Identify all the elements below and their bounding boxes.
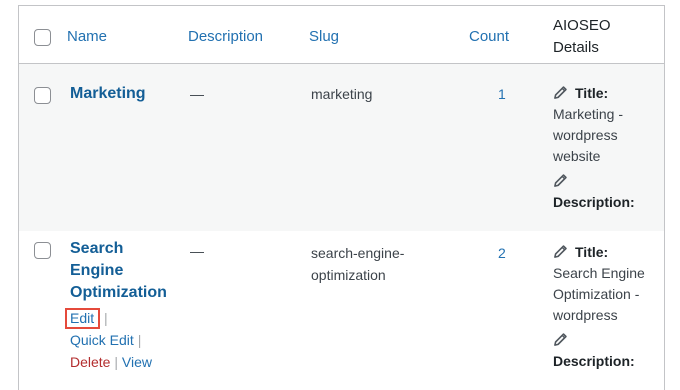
seo-title-line: Optimization - bbox=[553, 286, 640, 302]
seo-title-line: Search Engine bbox=[553, 265, 645, 281]
category-name-line: Optimization bbox=[70, 284, 167, 301]
edit-highlight-box: Edit bbox=[65, 308, 101, 329]
category-name-line: Engine bbox=[70, 262, 124, 279]
aioseo-details: Title: Marketing - wordpress website bbox=[553, 83, 663, 170]
category-slug-line: search-engine- bbox=[311, 245, 405, 261]
seo-title-line: Marketing - bbox=[553, 106, 624, 122]
category-name-link[interactable]: Marketing bbox=[70, 83, 146, 105]
aioseo-title-heading: Title: bbox=[553, 242, 663, 263]
column-header-aioseo-details: AIOSEO Details bbox=[553, 15, 611, 59]
categories-table: Name Description Slug Count AIOSEO Detai… bbox=[18, 5, 665, 390]
aioseo-details: Title: Search Engine Optimization - word… bbox=[553, 242, 663, 329]
category-slug: search-engine- optimization bbox=[311, 242, 404, 286]
column-header-description[interactable]: Description bbox=[188, 28, 263, 45]
aioseo-header-line: AIOSEO bbox=[553, 17, 611, 34]
column-header-name[interactable]: Name bbox=[67, 28, 107, 45]
seo-title-line: wordpress bbox=[553, 307, 618, 323]
column-header-slug[interactable]: Slug bbox=[309, 28, 339, 45]
column-header-count[interactable]: Count bbox=[469, 28, 509, 45]
table-row: Search Engine Optimization Edit | Quick … bbox=[19, 231, 664, 390]
seo-description-label: Description: bbox=[553, 194, 635, 210]
aioseo-description: Description: bbox=[553, 330, 663, 372]
action-separator: | bbox=[104, 310, 108, 326]
row-checkbox[interactable] bbox=[34, 87, 51, 104]
pencil-icon[interactable] bbox=[553, 244, 568, 259]
category-name-line: Search bbox=[70, 240, 124, 257]
quick-edit-link[interactable]: Quick Edit bbox=[70, 332, 134, 348]
aioseo-description: Description: bbox=[553, 171, 663, 213]
category-slug: marketing bbox=[311, 86, 373, 102]
category-slug-line: optimization bbox=[311, 267, 386, 283]
delete-link[interactable]: Delete bbox=[70, 354, 110, 370]
action-separator: | bbox=[114, 354, 118, 370]
category-count-link[interactable]: 1 bbox=[498, 86, 506, 102]
pencil-icon[interactable] bbox=[553, 332, 568, 347]
pencil-icon[interactable] bbox=[553, 85, 568, 100]
seo-title-value: Search Engine Optimization - wordpress bbox=[553, 263, 663, 329]
aioseo-title-heading: Title: bbox=[553, 83, 663, 104]
seo-title-value: Marketing - wordpress website bbox=[553, 104, 663, 170]
pencil-icon[interactable] bbox=[553, 173, 568, 188]
view-link[interactable]: View bbox=[122, 354, 152, 370]
category-name-link[interactable]: Search Engine Optimization bbox=[70, 238, 167, 304]
table-header: Name Description Slug Count AIOSEO Detai… bbox=[19, 6, 664, 64]
seo-title-label: Title: bbox=[575, 85, 609, 101]
row-actions: Edit | Quick Edit | Delete | View bbox=[65, 307, 180, 373]
seo-description-label: Description: bbox=[553, 353, 635, 369]
select-all-checkbox[interactable] bbox=[34, 29, 51, 46]
category-description: — bbox=[190, 243, 204, 259]
seo-title-line: website bbox=[553, 148, 601, 164]
action-separator: | bbox=[137, 332, 142, 348]
category-count-link[interactable]: 2 bbox=[498, 245, 506, 261]
row-checkbox[interactable] bbox=[34, 242, 51, 259]
category-description: — bbox=[190, 86, 204, 102]
seo-title-line: wordpress bbox=[553, 127, 618, 143]
table-row: Marketing — marketing 1 Title: Marketing… bbox=[19, 64, 664, 231]
aioseo-header-line: Details bbox=[553, 39, 599, 56]
edit-link[interactable]: Edit bbox=[70, 310, 94, 326]
seo-title-label: Title: bbox=[575, 244, 609, 260]
